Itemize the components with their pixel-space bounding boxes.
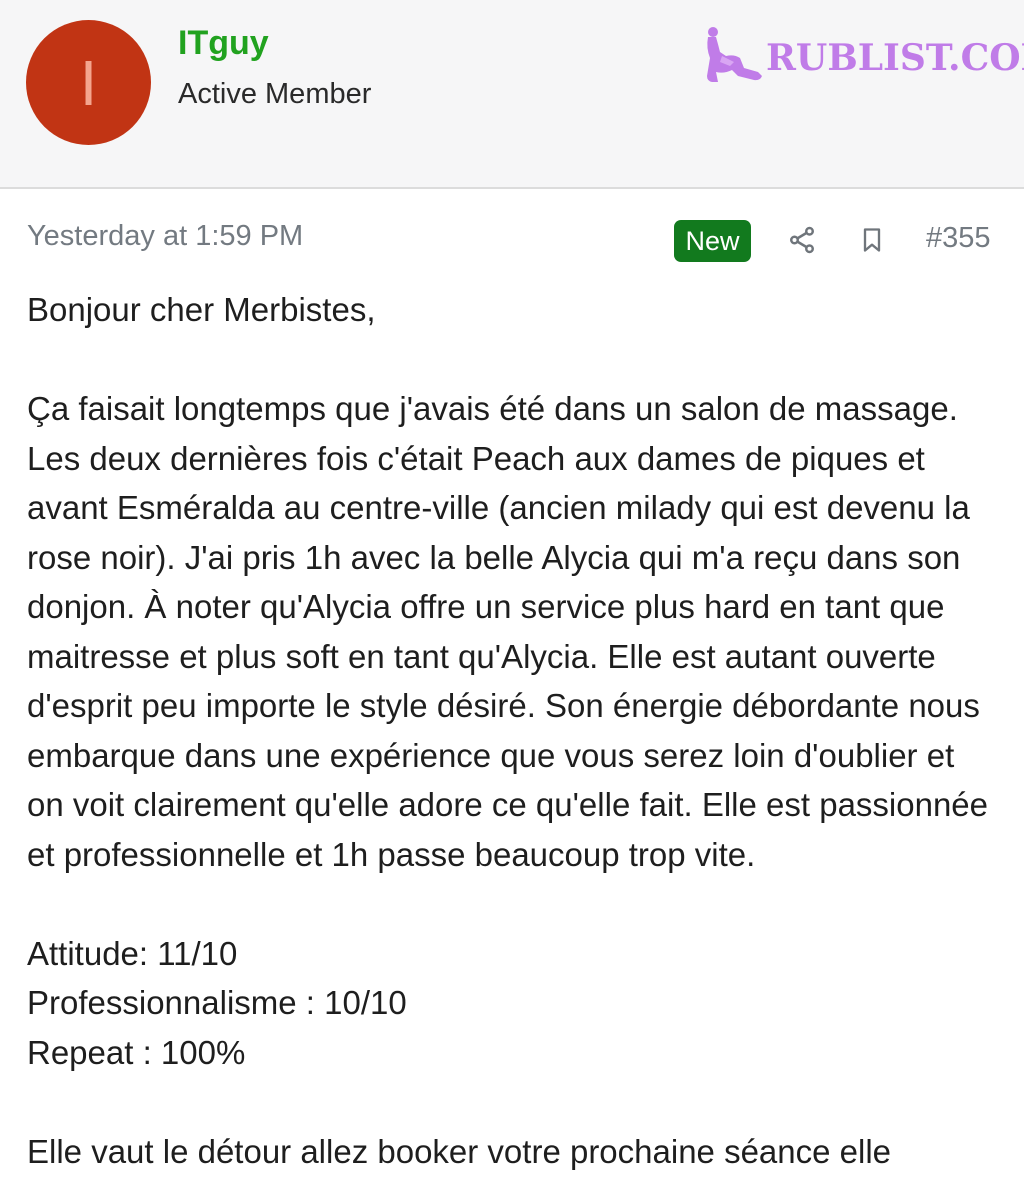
kneeling-figure-logo-icon — [707, 27, 762, 82]
post-paragraph: Ça faisait longtemps que j'avais été dan… — [27, 390, 989, 873]
bookmark-button[interactable] — [854, 222, 890, 258]
site-watermark-text: RUBLIST.COM — [766, 37, 1024, 79]
post-greeting: Bonjour cher Merbistes, — [27, 291, 376, 328]
rating-attitude: Attitude: 11/10 — [27, 934, 238, 972]
bookmark-icon — [863, 228, 881, 252]
post-content: Bonjour cher Merbistes, Ça faisait longt… — [27, 285, 997, 1176]
post-meta-row: Yesterday at 1:59 PM New #355 — [0, 190, 1024, 280]
share-icon — [790, 226, 814, 254]
post-timestamp[interactable]: Yesterday at 1:59 PM — [27, 220, 303, 253]
site-watermark: RUBLIST.COM — [704, 26, 1024, 86]
rating-repeat: Repeat : 100% — [27, 1033, 246, 1071]
new-badge: New — [674, 220, 751, 262]
username-link[interactable]: ITguy — [178, 24, 269, 63]
post-number-link[interactable]: #355 — [926, 222, 991, 255]
rating-professionalism: Professionnalisme : 10/10 — [27, 984, 407, 1021]
post-closing-line: Elle vaut le détour allez booker votre p… — [27, 1132, 892, 1170]
user-rank-title: Active Member — [178, 78, 372, 110]
forum-post-view: I ITguy Active Member RUBLIST.COM Yester… — [0, 0, 1024, 1197]
avatar-letter: I — [79, 46, 98, 119]
post-author-header: I ITguy Active Member RUBLIST.COM — [0, 0, 1024, 189]
user-avatar[interactable]: I — [26, 20, 151, 145]
share-button[interactable] — [784, 222, 820, 258]
